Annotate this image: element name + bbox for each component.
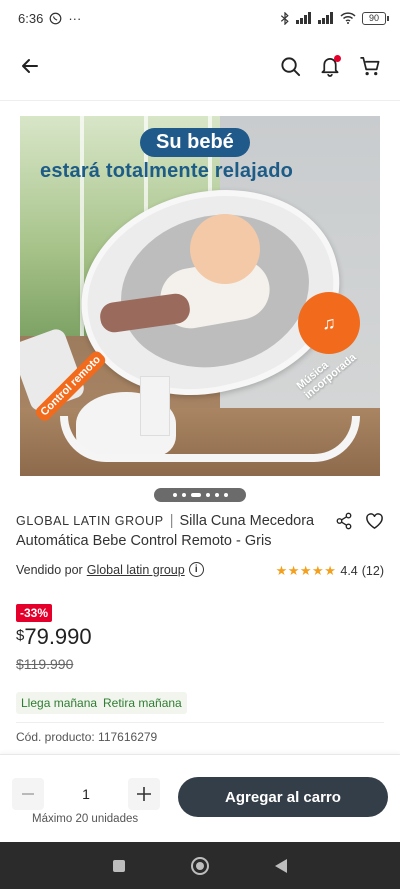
image-pager[interactable] (154, 488, 246, 502)
headline-text: estará totalmente relajado (40, 160, 294, 182)
quantity-stepper: 1 (12, 778, 160, 810)
product-actions (335, 512, 384, 535)
swing-stand (140, 376, 170, 436)
product-image[interactable]: Control remoto ♫ Música incorporada Su b… (20, 116, 380, 476)
bluetooth-icon (280, 11, 290, 25)
home-icon[interactable] (191, 856, 209, 875)
decrease-quantity-button[interactable] (12, 778, 44, 810)
quantity-value[interactable]: 1 (82, 786, 90, 802)
notification-dot (334, 55, 341, 62)
cart-icon[interactable] (358, 54, 382, 78)
price-currency: $ (16, 627, 25, 644)
product-code: Cód. producto: 117616279 (16, 730, 158, 744)
more-dots-icon: ··· (68, 10, 82, 26)
delivery-tag: Llega mañana (16, 692, 103, 714)
discount-badge: -33% (16, 604, 53, 622)
favorite-heart-icon[interactable] (365, 512, 384, 535)
appbar-divider (0, 100, 400, 101)
baby-head (190, 214, 260, 284)
back-arrow-icon[interactable] (18, 54, 42, 78)
pager-dot[interactable] (214, 493, 219, 497)
brand-separator: | (169, 513, 174, 529)
pager-dot[interactable] (172, 493, 177, 497)
swing-base (60, 416, 360, 462)
app-bar (0, 40, 400, 92)
seller-info: Vendido por Global latin group i (16, 562, 204, 577)
original-price: $119.990 (16, 656, 74, 672)
wifi-icon (340, 12, 356, 24)
search-icon[interactable] (278, 54, 302, 78)
product-title-block: GLOBAL LATIN GROUP | Silla Cuna Mecedora… (16, 511, 338, 551)
signal-icon (318, 12, 334, 24)
status-time: 6:36 (18, 10, 44, 26)
pager-dot[interactable] (205, 493, 210, 497)
seller-prefix: Vendido por (16, 562, 83, 577)
recent-apps-icon[interactable] (113, 859, 125, 872)
headline-pill: Su bebé (140, 128, 250, 157)
pager-dot[interactable] (181, 493, 186, 497)
current-price: $79.990 (16, 624, 92, 650)
increase-quantity-button[interactable] (127, 778, 160, 810)
rating-stars-icon: ★★★★★ (275, 563, 337, 578)
pager-dot-active[interactable] (190, 493, 201, 497)
seller-link[interactable]: Global latin group (87, 563, 185, 577)
system-nav-bar (0, 842, 400, 889)
back-icon[interactable] (275, 858, 287, 873)
info-icon[interactable]: i (188, 562, 204, 577)
section-divider (16, 722, 384, 723)
rating[interactable]: ★★★★★ 4.4 (12) (276, 563, 384, 579)
pager-dot[interactable] (223, 493, 228, 497)
rating-value: 4.4 (340, 564, 358, 578)
rating-count: (12) (361, 564, 384, 578)
max-quantity-label: Máximo 20 unidades (32, 813, 139, 825)
brand-name[interactable]: GLOBAL LATIN GROUP (16, 514, 164, 528)
signal-icon (296, 12, 312, 24)
share-icon[interactable] (335, 512, 353, 535)
add-to-cart-button[interactable]: Agregar al carro (178, 777, 388, 817)
pickup-tag: Retira mañana (98, 692, 187, 714)
status-bar: 6:36 ··· 90 (0, 0, 400, 36)
battery-icon: 90 (362, 11, 389, 25)
whatsapp-icon (49, 12, 62, 25)
notification-bell-icon[interactable] (318, 54, 342, 78)
price-value: 79.990 (24, 624, 92, 649)
